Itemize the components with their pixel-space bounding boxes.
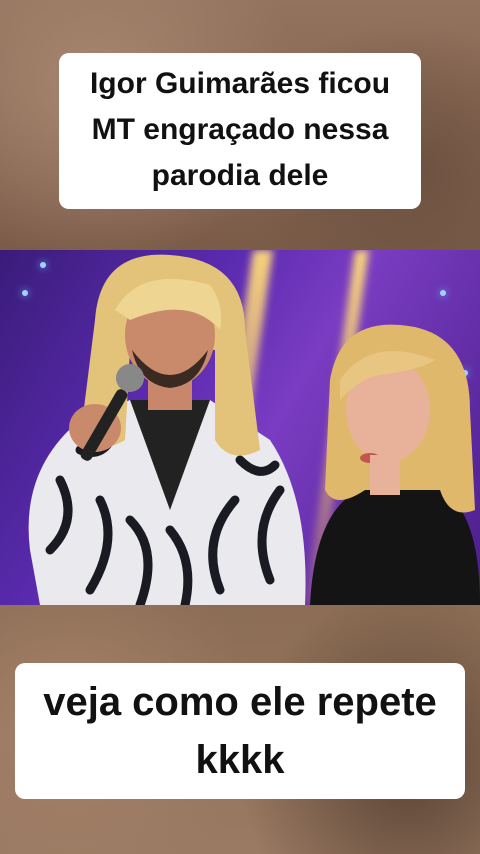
top-caption: Igor Guimarães ficou MT engraçado nessa … (59, 53, 421, 209)
stage-dot (440, 290, 446, 296)
blonde-woman (310, 324, 480, 605)
man-with-blonde-wig (28, 254, 306, 605)
video-frame[interactable] (0, 250, 480, 605)
bottom-caption: veja como ele repete kkkk (15, 663, 465, 799)
